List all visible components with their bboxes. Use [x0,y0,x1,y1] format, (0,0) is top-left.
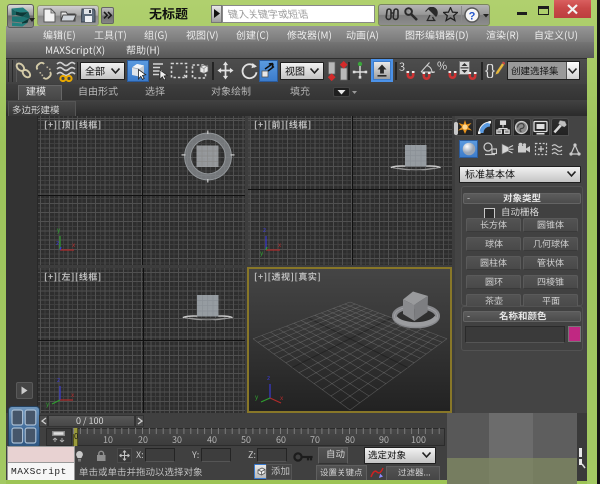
svg-text:x: x [280,395,284,402]
svg-text:y: y [260,250,264,257]
svg-text:z: z [57,377,60,384]
svg-text:x: x [278,242,282,249]
svg-text:z: z [267,375,270,382]
svg-text:x: x [71,392,75,399]
svg-text:y: y [46,401,50,408]
svg-text:x: x [72,242,76,249]
svg-text:z: z [263,227,266,234]
svg-text:y: y [57,227,61,234]
svg-text:z: z [56,240,59,247]
svg-text:y: y [255,394,259,401]
